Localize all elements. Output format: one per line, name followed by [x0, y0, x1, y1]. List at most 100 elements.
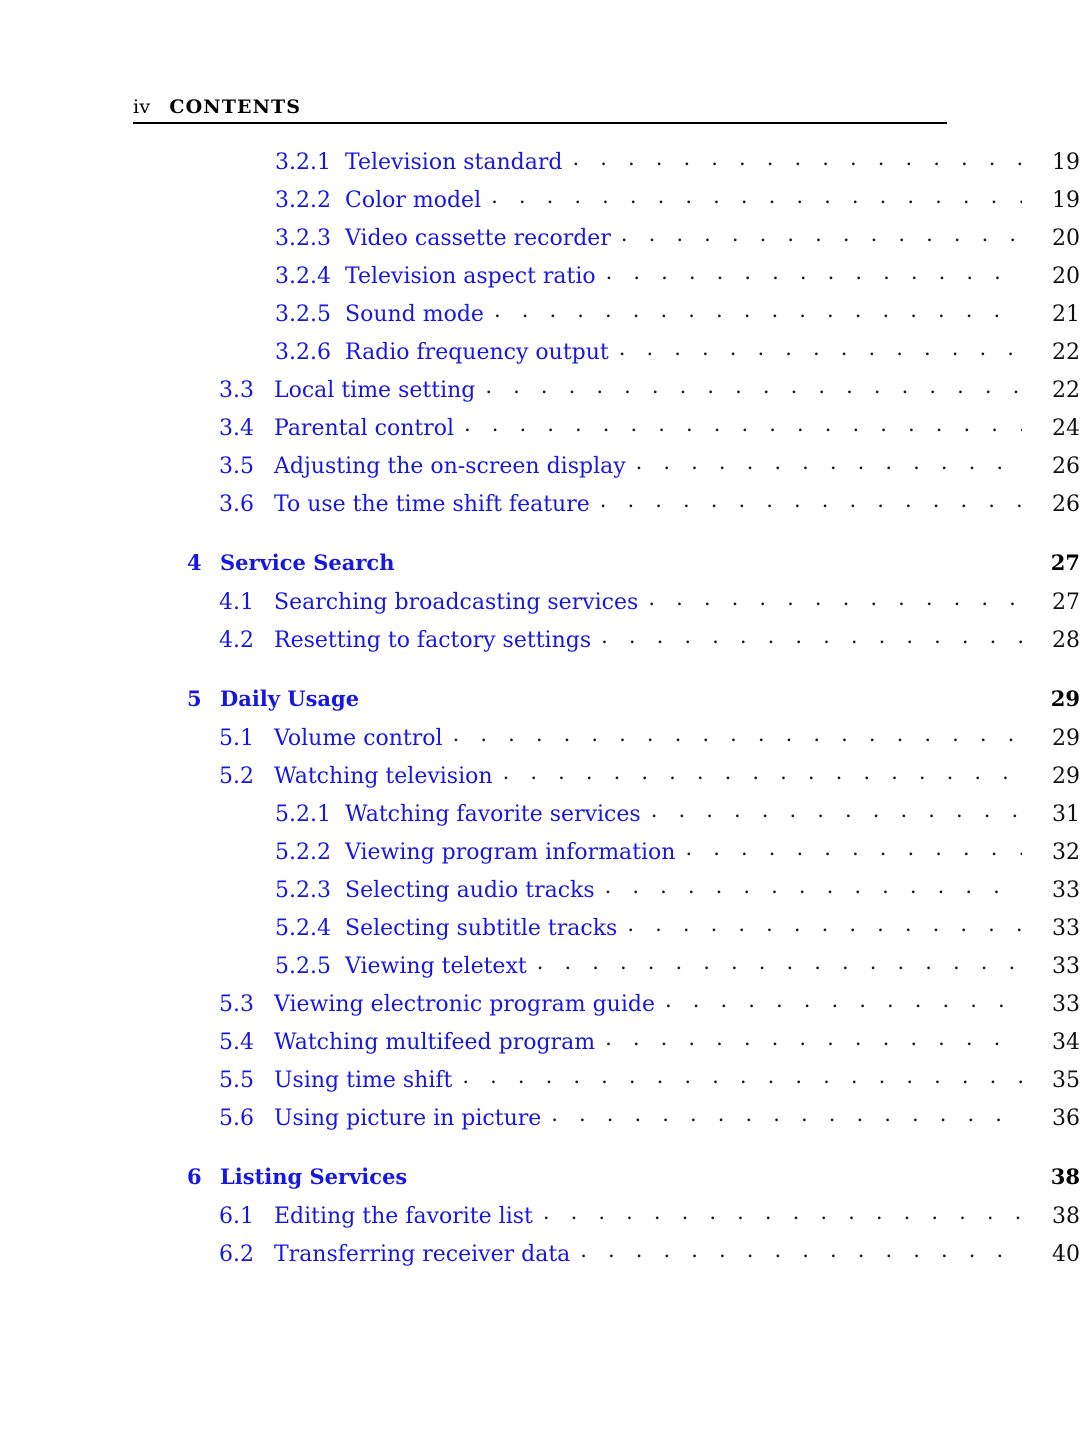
toc-entry-number: 3.2.5	[275, 302, 331, 327]
toc-entry-page-number: 22	[1052, 340, 1080, 365]
toc-entry-title: Viewing teletext	[345, 954, 527, 979]
dot-leader	[572, 147, 1022, 169]
toc-entry-page-number: 33	[1052, 916, 1080, 941]
dot-leader	[606, 261, 1022, 283]
toc-entry-page-number: 26	[1052, 454, 1080, 479]
toc-entry-number: 4.1	[219, 590, 254, 615]
toc-entry-subsection[interactable]: 5.2.5 Viewing teletext 33	[0, 951, 1080, 989]
dot-leader	[605, 875, 1022, 897]
toc-entry-page-number: 22	[1052, 378, 1080, 403]
dot-leader	[453, 723, 1022, 745]
toc-entry-number: 5.3	[219, 992, 254, 1017]
toc-entry-number: 3.3	[219, 378, 254, 403]
toc-entry-title: Listing Services	[220, 1164, 408, 1189]
toc-entry-title: Using time shift	[274, 1068, 453, 1093]
toc-entry-chapter[interactable]: 6 Listing Services 38	[0, 1163, 1080, 1201]
dot-leader	[600, 489, 1022, 511]
toc-entry-section[interactable]: 3.6 To use the time shift feature 26	[0, 489, 1080, 527]
toc-entry-section[interactable]: 6.1 Editing the favorite list 38	[0, 1201, 1080, 1239]
dot-leader	[485, 375, 1022, 397]
toc-entry-subsection[interactable]: 3.2.1 Television standard 19	[0, 147, 1080, 185]
toc-entry-page-number: 32	[1052, 840, 1080, 865]
toc-entry-page-number: 33	[1052, 954, 1080, 979]
toc-entry-subsection[interactable]: 3.2.5 Sound mode 21	[0, 299, 1080, 337]
dot-leader	[417, 1163, 1022, 1184]
dot-leader	[580, 1239, 1022, 1261]
toc-entry-subsection[interactable]: 5.2.3 Selecting audio tracks 33	[0, 875, 1080, 913]
toc-entry-section[interactable]: 5.5 Using time shift 35	[0, 1065, 1080, 1103]
toc-entry-title: Radio frequency output	[345, 340, 609, 365]
toc-entry-number: 5.2.5	[275, 954, 331, 979]
dot-leader	[665, 989, 1022, 1011]
toc-entry-subsection[interactable]: 5.2.4 Selecting subtitle tracks 33	[0, 913, 1080, 951]
toc-entry-number: 6.2	[219, 1242, 254, 1267]
toc-entry-section[interactable]: 5.2 Watching television 29	[0, 761, 1080, 799]
toc-entry-number: 5	[187, 686, 202, 711]
toc-entry-title: Searching broadcasting services	[274, 590, 639, 615]
toc-entry-section[interactable]: 5.4 Watching multifeed program 34	[0, 1027, 1080, 1065]
toc-entry-section[interactable]: 3.4 Parental control 24	[0, 413, 1080, 451]
toc-entry-title: Parental control	[274, 416, 454, 441]
table-of-contents: 3.2.1 Television standard 19 3.2.2 Color mod…	[0, 147, 1080, 1277]
dot-leader	[494, 299, 1022, 321]
toc-entry-page-number: 33	[1052, 992, 1080, 1017]
toc-entry-page-number: 33	[1052, 878, 1080, 903]
dot-leader	[462, 1065, 1022, 1087]
dot-leader	[601, 625, 1022, 647]
toc-entry-section[interactable]: 5.3 Viewing electronic program guide 33	[0, 989, 1080, 1027]
toc-entry-title: Volume control	[274, 726, 443, 751]
toc-entry-subsection[interactable]: 3.2.2 Color model 19	[0, 185, 1080, 223]
toc-entry-page-number: 19	[1052, 150, 1080, 175]
toc-entry-chapter[interactable]: 5 Daily Usage 29	[0, 685, 1080, 723]
toc-entry-page-number: 24	[1052, 416, 1080, 441]
toc-entry-page-number: 27	[1052, 590, 1080, 615]
toc-entry-chapter[interactable]: 4 Service Search 27	[0, 549, 1080, 587]
toc-entry-title: Resetting to factory settings	[274, 628, 592, 653]
toc-entry-page-number: 21	[1052, 302, 1080, 327]
toc-entry-page-number: 38	[1050, 1164, 1080, 1189]
dot-leader	[605, 1027, 1022, 1049]
dot-leader	[491, 185, 1022, 207]
toc-entry-section[interactable]: 3.5 Adjusting the on-screen display 26	[0, 451, 1080, 489]
toc-entry-page-number: 19	[1052, 188, 1080, 213]
toc-entry-subsection[interactable]: 5.2.1 Watching favorite services 31	[0, 799, 1080, 837]
toc-entry-section[interactable]: 5.6 Using picture in picture 36	[0, 1103, 1080, 1141]
dot-leader	[369, 685, 1022, 706]
toc-entry-page-number: 34	[1052, 1030, 1080, 1055]
toc-entry-section[interactable]: 3.3 Local time setting 22	[0, 375, 1080, 413]
toc-entry-title: Transferring receiver data	[274, 1242, 571, 1267]
document-page: iv CONTENTS 3.2.1Television standard193.…	[0, 0, 1080, 1439]
toc-entry-number: 5.2	[219, 764, 254, 789]
toc-entry-section[interactable]: 5.1 Volume control 29	[0, 723, 1080, 761]
toc-entry-page-number: 20	[1052, 264, 1080, 289]
toc-entry-subsection[interactable]: 3.2.4 Television aspect ratio 20	[0, 261, 1080, 299]
toc-entry-title: Television aspect ratio	[345, 264, 596, 289]
toc-entry-number: 3.4	[219, 416, 254, 441]
toc-entry-number: 3.5	[219, 454, 254, 479]
toc-entry-number: 3.2.4	[275, 264, 331, 289]
toc-entry-title: Watching television	[274, 764, 493, 789]
toc-entry-section[interactable]: 6.2 Transferring receiver data 40	[0, 1239, 1080, 1277]
toc-entry-number: 5.2.2	[275, 840, 331, 865]
toc-entry-page-number: 29	[1052, 726, 1080, 751]
toc-entry-title: Editing the favorite list	[274, 1204, 533, 1229]
toc-entry-number: 5.1	[219, 726, 254, 751]
toc-entry-title: Using picture in picture	[274, 1106, 542, 1131]
toc-entry-subsection[interactable]: 3.2.6 Radio frequency output 22	[0, 337, 1080, 375]
toc-entry-section[interactable]: 4.2 Resetting to factory settings 28	[0, 625, 1080, 663]
header-rule	[133, 122, 947, 124]
toc-entry-number: 3.2.1	[275, 150, 331, 175]
toc-entry-number: 3.6	[219, 492, 254, 517]
dot-leader	[685, 837, 1022, 859]
toc-entry-number: 5.5	[219, 1068, 254, 1093]
toc-entry-title: Sound mode	[345, 302, 484, 327]
toc-entry-title: Selecting audio tracks	[345, 878, 595, 903]
toc-entry-subsection[interactable]: 5.2.2 Viewing program information 32	[0, 837, 1080, 875]
toc-entry-section[interactable]: 4.1 Searching broadcasting services 27	[0, 587, 1080, 625]
toc-entry-title: Adjusting the on-screen display	[274, 454, 626, 479]
running-header: iv CONTENTS	[133, 96, 947, 118]
toc-entry-title: Viewing program information	[345, 840, 676, 865]
toc-entry-subsection[interactable]: 3.2.3 Video cassette recorder 20	[0, 223, 1080, 261]
toc-entry-title: Service Search	[220, 550, 395, 575]
toc-entry-number: 5.2.1	[275, 802, 331, 827]
